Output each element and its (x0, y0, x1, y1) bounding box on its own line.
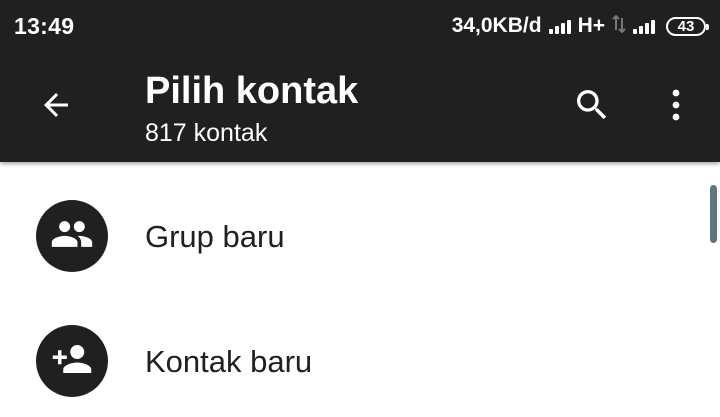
status-bar: 13:49 34,0KB/d H+ 43 (0, 0, 720, 52)
network-speed: 34,0KB/d (451, 14, 542, 37)
avatar (36, 325, 108, 397)
new-group-item[interactable]: Grup baru (0, 162, 720, 287)
search-icon (572, 85, 612, 130)
data-transfer-icon (612, 14, 626, 39)
new-contact-item[interactable]: Kontak baru (0, 287, 720, 412)
arrow-left-icon (38, 87, 74, 128)
status-indicators: 34,0KB/d H+ 43 (451, 14, 709, 39)
contact-option-list: Grup baru Kontak baru (0, 162, 720, 412)
list-item-label: Kontak baru (145, 344, 313, 379)
avatar (36, 200, 108, 272)
app-toolbar: Pilih kontak 817 kontak (0, 52, 720, 162)
more-vertical-icon (670, 87, 682, 128)
page-title: Pilih kontak (145, 70, 359, 112)
toolbar-title-block: Pilih kontak 817 kontak (145, 70, 358, 148)
signal-strength-2-icon (633, 18, 655, 34)
contact-count: 817 kontak (145, 119, 268, 147)
list-item-label: Grup baru (145, 219, 285, 254)
group-icon (50, 212, 94, 261)
search-button[interactable] (568, 83, 616, 131)
more-options-button[interactable] (656, 83, 696, 131)
battery-icon: 43 (666, 16, 709, 36)
scrollbar[interactable] (710, 185, 717, 243)
add-person-icon (51, 338, 93, 385)
back-button[interactable] (32, 83, 80, 131)
signal-strength-icon (548, 18, 571, 34)
network-type: H+ (577, 14, 605, 37)
status-time: 13:49 (14, 12, 75, 39)
